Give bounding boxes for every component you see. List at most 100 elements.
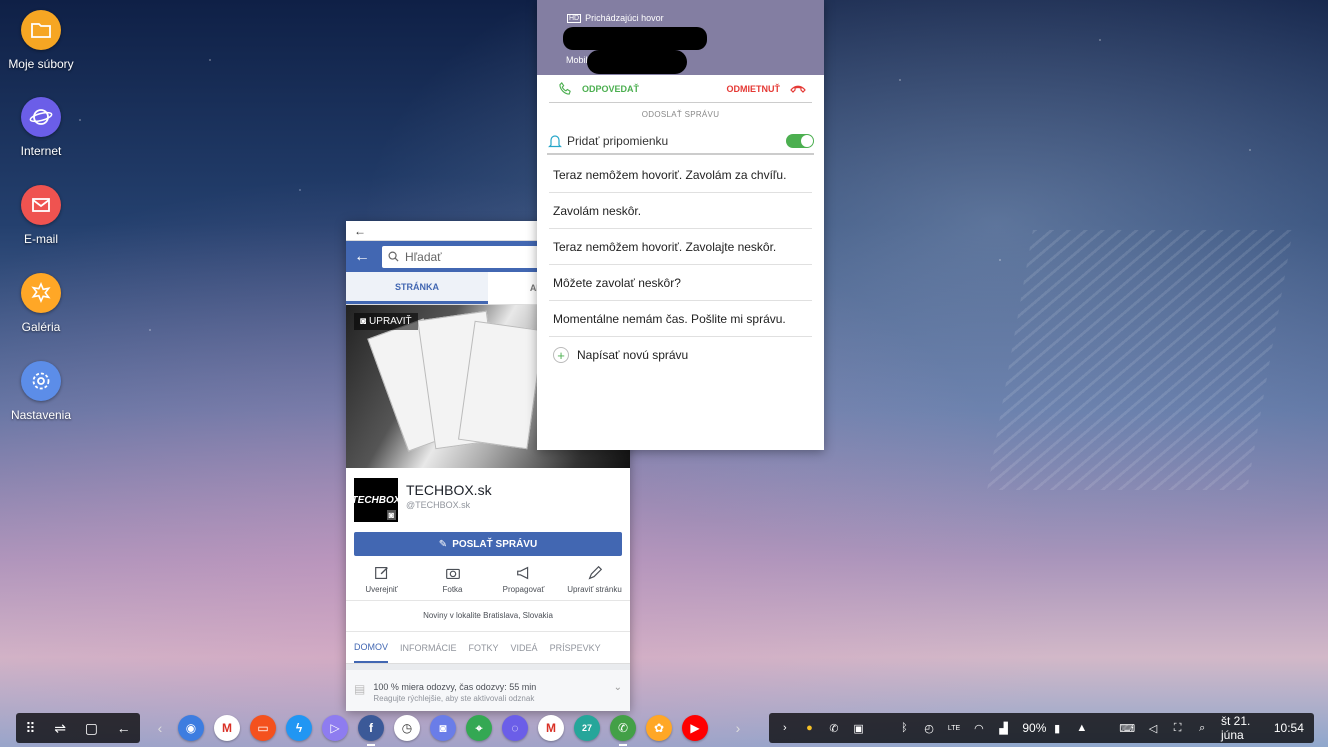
chevron-right-icon[interactable]: › <box>730 720 746 736</box>
response-rate-card[interactable]: ▤ 100 % miera odozvy, čas odozvy: 55 min… <box>346 664 630 711</box>
publish-label: Uverejniť <box>365 585 398 594</box>
desktop-icon-label: E-mail <box>23 232 58 246</box>
back-arrow-icon[interactable]: ← <box>354 248 370 266</box>
gmail-app-icon[interactable]: M <box>214 715 240 741</box>
decline-button[interactable]: ODMIETNUŤ <box>727 84 813 94</box>
folder-icon <box>21 10 61 50</box>
edit-page-button[interactable]: Upraviť stránku <box>559 564 630 594</box>
nav-posts[interactable]: PRÍSPEVKY <box>550 632 601 663</box>
facebook-app-icon[interactable]: f <box>358 715 384 746</box>
quick-reply-item[interactable]: Momentálne nemám čas. Pošlite mi správu. <box>549 301 812 337</box>
keyboard-icon[interactable]: ⌨ <box>1119 721 1135 735</box>
page-actions: Uverejniť Fotka Propagovať Upraviť strán… <box>346 556 630 601</box>
messenger-app-icon[interactable]: ϟ <box>286 715 312 741</box>
compose-new-message-label: Napísať novú správu <box>577 348 689 362</box>
clock-app-icon[interactable]: ◷ <box>394 715 420 741</box>
taskbar: ⠿ ⇌ ▢ ← ‹ ◉ M ▭ ϟ ▷ f ◷ ◙ ⌖ ◌ M 27 ✆ ✿ ▶… <box>0 709 1328 747</box>
slides-app-icon[interactable]: ▭ <box>250 715 276 741</box>
date-text: št 21. júna <box>1220 714 1251 742</box>
nav-info[interactable]: INFORMÁCIE <box>400 632 457 663</box>
internet-icon <box>21 97 61 137</box>
alarm-icon[interactable]: ◴ <box>923 721 935 735</box>
tab-page[interactable]: STRÁNKA <box>346 272 488 304</box>
chevron-right-icon[interactable]: › <box>779 721 791 735</box>
calendar-app-icon[interactable]: 27 <box>574 715 600 741</box>
add-reminder-label: Pridať pripomienku <box>567 134 669 148</box>
wallpaper-streaks <box>987 230 1293 490</box>
redacted-caller-number <box>587 50 687 74</box>
hang-up-icon <box>790 85 806 93</box>
volume-mute-icon[interactable]: ◁ <box>1147 721 1159 735</box>
send-message-header: ODOSLAŤ SPRÁVU <box>641 110 720 119</box>
desktop-icon-gallery[interactable]: Galéria <box>0 273 82 334</box>
app-drawer-icon[interactable]: ⠿ <box>25 720 35 737</box>
quick-reply-item[interactable]: Môžete zavolať neskôr? <box>549 265 812 301</box>
nav-photos[interactable]: FOTKY <box>469 632 499 663</box>
page-locality: Noviny v lokalite Bratislava, Slovakia <box>346 601 630 632</box>
photo-button[interactable]: Fotka <box>417 564 488 594</box>
window-back-icon[interactable]: ← <box>354 224 366 238</box>
email-icon <box>21 185 61 225</box>
nav-videos[interactable]: VIDEÁ <box>511 632 538 663</box>
back-icon[interactable]: ← <box>117 720 131 736</box>
add-reminder-row[interactable]: Pridať pripomienku <box>547 129 814 155</box>
desktop-icon-my-files[interactable]: Moje súbory <box>0 10 82 71</box>
page-profile: TECHBOX ◙ TECHBOX.sk @TECHBOX.sk <box>346 468 630 528</box>
notification-app-icon[interactable]: ● <box>804 721 816 735</box>
desktop-icon-email[interactable]: E-mail <box>0 185 82 246</box>
system-tray: › ● ✆ ▣ ᛒ ◴ LTE ◠ ▟ 90% ▮ ▲ ⌨ ◁ ⛶ ⌕ št 2… <box>769 713 1314 743</box>
quick-reply-item[interactable]: Teraz nemôžem hovoriť. Zavolajte neskôr. <box>549 229 812 265</box>
response-rate-text: 100 % miera odozvy, čas odozvy: 55 min <box>373 682 537 692</box>
phone-icon[interactable]: ✆ <box>828 721 840 735</box>
gmail2-app-icon[interactable]: M <box>538 715 564 741</box>
reminder-toggle[interactable] <box>786 134 814 148</box>
quick-reply-item[interactable]: Teraz nemôžem hovoriť. Zavolám za chvíľu… <box>549 157 812 193</box>
chevron-down-icon[interactable]: ⌄ <box>614 682 622 693</box>
desktop-icon-label: Moje súbory <box>8 57 74 71</box>
search-icon[interactable]: ⌕ <box>1196 721 1208 735</box>
chevron-left-icon[interactable]: ‹ <box>152 720 168 736</box>
camera-icon: ◙ <box>360 316 367 327</box>
page-logo[interactable]: TECHBOX ◙ <box>352 478 400 522</box>
compose-new-message-button[interactable]: + Napísať novú správu <box>549 337 812 373</box>
maps-app-icon[interactable]: ⌖ <box>466 715 492 741</box>
screenshot-icon[interactable]: ⛶ <box>1172 721 1184 735</box>
promote-button[interactable]: Propagovať <box>488 564 559 594</box>
desktop-icon-label: Nastavenia <box>10 408 72 422</box>
compose-icon <box>374 567 388 579</box>
publish-button[interactable]: Uverejniť <box>346 564 417 594</box>
phone-app-icon[interactable]: ✆ <box>610 715 636 746</box>
video-app-icon[interactable]: ▷ <box>322 715 348 741</box>
camera-app-icon[interactable]: ◙ <box>430 715 456 741</box>
edit-cover-button[interactable]: ◙ UPRAVIŤ <box>354 313 418 330</box>
home-icon[interactable]: ▢ <box>85 720 98 737</box>
youtube-app-icon[interactable]: ▶ <box>682 715 708 741</box>
call-title-text: Prichádzajúci hovor <box>585 13 664 23</box>
time-text: 10:54 <box>1273 721 1304 735</box>
wifi-icon[interactable]: ◠ <box>973 721 985 735</box>
bluetooth-icon[interactable]: ᛒ <box>899 721 911 735</box>
promote-label: Propagovať <box>502 585 545 594</box>
browser-app-icon[interactable]: ◉ <box>178 715 204 741</box>
internet-app-icon[interactable]: ◌ <box>502 715 528 741</box>
camera-icon <box>445 568 460 579</box>
gallery-notification-icon[interactable]: ▣ <box>853 721 865 735</box>
nav-home[interactable]: DOMOV <box>354 632 389 663</box>
redacted-caller-name <box>563 27 707 50</box>
send-message-button[interactable]: ✎ POSLAŤ SPRÁVU <box>354 532 622 556</box>
desktop-icon-internet[interactable]: Internet <box>0 97 82 158</box>
edit-cover-label: UPRAVIŤ <box>369 316 412 327</box>
desktop-icon-label: Galéria <box>21 320 61 334</box>
send-message-label: POSLAŤ SPRÁVU <box>452 538 538 550</box>
desktop-icon-settings[interactable]: Nastavenia <box>0 361 82 422</box>
phone-icon <box>559 82 571 95</box>
decline-label: ODMIETNUŤ <box>726 83 781 94</box>
answer-button[interactable]: ODPOVEDAŤ <box>549 82 639 95</box>
page-handle: @TECHBOX.sk <box>406 500 471 510</box>
recents-icon[interactable]: ⇌ <box>54 720 66 737</box>
hd-badge: HD <box>567 13 582 23</box>
gallery-app-icon[interactable]: ✿ <box>646 715 672 741</box>
call-title: HD Prichádzajúci hovor <box>567 13 664 23</box>
quick-reply-item[interactable]: Zavolám neskôr. <box>549 193 812 229</box>
caret-up-icon[interactable]: ▲ <box>1076 721 1088 735</box>
